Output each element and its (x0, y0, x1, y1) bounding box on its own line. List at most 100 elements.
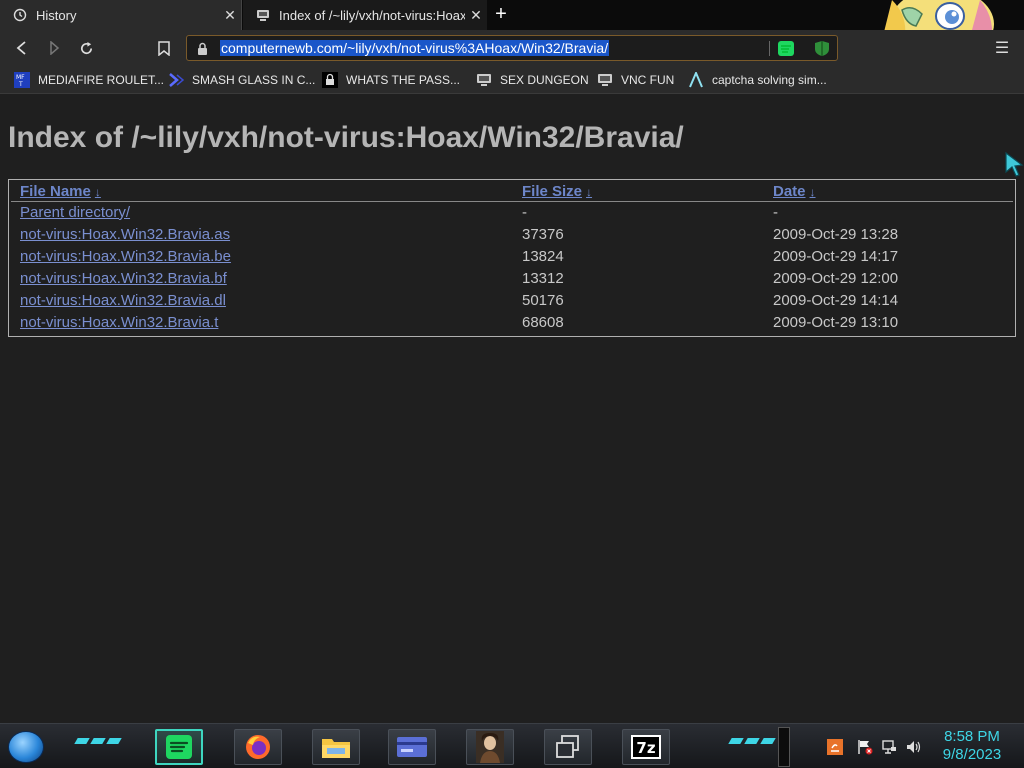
bookmark-vnc-fun[interactable]: VNC FUN (597, 70, 674, 90)
server-icon (255, 7, 271, 23)
forward-button[interactable] (43, 37, 65, 59)
lock-icon (198, 42, 207, 55)
windows-icon (556, 735, 579, 758)
taskbar-app-windows[interactable] (544, 729, 592, 765)
taskbar-app-spotify[interactable] (155, 729, 203, 765)
bookmark-label: captcha solving sim... (712, 73, 827, 87)
taskbar-app-7zip[interactable]: 7z (622, 729, 670, 765)
file-link[interactable]: not-virus:Hoax.Win32.Bravia.bf (20, 270, 227, 287)
file-size-cell: 13312 (522, 269, 564, 287)
table-row: Parent directory/ - - (11, 201, 1013, 223)
new-tab-button[interactable]: + (490, 4, 512, 26)
spotify-extension-icon[interactable] (778, 41, 794, 56)
close-tab-button[interactable]: ✕ (465, 7, 487, 24)
sort-link[interactable]: File Size (522, 183, 582, 200)
menu-button[interactable]: ☰ (992, 38, 1012, 58)
taskbar: 7z 8:58 PM 9/8/2023 (0, 723, 1024, 768)
column-header-date[interactable]: Date ↓ (764, 182, 1013, 202)
bookmark-button[interactable] (153, 37, 175, 59)
bookmarks-bar: MF T MEDIAFIRE ROULET... SMASH GLASS IN C… (0, 66, 1024, 94)
tab-history[interactable]: History ✕ (0, 0, 242, 30)
svg-text:MF: MF (16, 74, 25, 81)
table-row: not-virus:Hoax.Win32.Bravia.be 13824 200… (11, 245, 1013, 267)
back-arrow-icon (16, 41, 26, 55)
taskbar-decoration (728, 738, 776, 748)
history-icon (12, 7, 28, 23)
bookmark-whats-the-pass[interactable]: WHATS THE PASS... (322, 70, 460, 90)
sort-arrow-icon[interactable]: ↓ (586, 185, 592, 199)
spotify-icon (166, 735, 192, 759)
volume-icon[interactable] (904, 738, 922, 756)
parent-directory-link[interactable]: Parent directory/ (20, 204, 130, 221)
file-size-cell: 50176 (522, 291, 564, 309)
start-button[interactable] (8, 731, 44, 763)
table-row: not-virus:Hoax.Win32.Bravia.as 37376 200… (11, 223, 1013, 245)
shield-extension-icon[interactable] (814, 40, 830, 57)
file-size-cell: 68608 (522, 313, 564, 331)
bookmark-label: VNC FUN (621, 73, 675, 87)
file-link[interactable]: not-virus:Hoax.Win32.Bravia.as (20, 226, 230, 243)
tab-strip: History ✕ Index of /~lily/vxh/not-virus:… (0, 0, 1024, 60)
reload-icon (80, 41, 92, 54)
close-tab-button[interactable]: ✕ (219, 7, 241, 24)
bookmark-sex-dungeon[interactable]: SEX DUNGEON (476, 70, 589, 90)
taskbar-app-file-explorer[interactable] (312, 729, 360, 765)
bookmark-label: WHATS THE PASS... (346, 73, 461, 87)
sort-arrow-icon[interactable]: ↓ (810, 185, 816, 199)
card-icon (397, 737, 427, 757)
clock-time: 8:58 PM (944, 728, 1000, 745)
page-content: Index of /~lily/vxh/not-virus:Hoax/Win32… (0, 95, 1024, 723)
taskbar-app-card[interactable] (388, 729, 436, 765)
file-name-cell: not-virus:Hoax.Win32.Bravia.as (11, 223, 513, 245)
bookmark-captcha[interactable]: captcha solving sim... (688, 70, 827, 90)
portrait-icon (476, 731, 504, 763)
file-date-cell: 2009-Oct-29 13:10 (773, 313, 899, 331)
file-link[interactable]: not-virus:Hoax.Win32.Bravia.be (20, 248, 231, 265)
file-listing: File Name ↓ File Size ↓ Date ↓ Parent direc… (8, 179, 1016, 337)
file-size-cell: 13824 (522, 247, 564, 265)
flag-icon[interactable] (856, 738, 874, 756)
system-clock[interactable]: 8:58 PM 9/8/2023 (930, 728, 1014, 764)
address-bar[interactable]: computernewb.com/~lily/vxh/not-virus%3AH… (186, 35, 838, 61)
column-header-file-size[interactable]: File Size ↓ (513, 182, 764, 202)
table-header-row: File Name ↓ File Size ↓ Date ↓ (11, 182, 1013, 202)
file-link[interactable]: not-virus:Hoax.Win32.Bravia.t (20, 314, 218, 331)
file-size-cell: - (522, 203, 527, 221)
sort-link[interactable]: File Name (20, 183, 91, 200)
reload-button[interactable] (75, 37, 97, 59)
taskbar-app-firefox[interactable] (234, 729, 282, 765)
file-name-cell: Parent directory/ (11, 201, 513, 223)
taskbar-app-portrait[interactable] (466, 729, 514, 765)
url-divider (769, 41, 770, 56)
smash-glass-icon (168, 72, 184, 88)
forward-arrow-icon (50, 41, 60, 55)
back-button[interactable] (11, 37, 33, 59)
bookmark-mediafire[interactable]: MF T MEDIAFIRE ROULET... (14, 70, 164, 90)
table-row: not-virus:Hoax.Win32.Bravia.t 68608 2009… (11, 311, 1013, 333)
file-name-cell: not-virus:Hoax.Win32.Bravia.bf (11, 267, 513, 289)
taskbar-decoration (74, 738, 122, 748)
sort-arrow-icon[interactable]: ↓ (95, 185, 101, 199)
bookmark-smash-glass[interactable]: SMASH GLASS IN C... (168, 70, 315, 90)
show-desktop-button[interactable] (778, 727, 790, 767)
url-text[interactable]: computernewb.com/~lily/vxh/not-virus%3AH… (220, 40, 610, 56)
7zip-icon: 7z (631, 735, 661, 759)
table-row: not-virus:Hoax.Win32.Bravia.dl 50176 200… (11, 289, 1013, 311)
file-size-cell: 37376 (522, 225, 564, 243)
arrow-logo-icon (688, 72, 704, 88)
file-name-cell: not-virus:Hoax.Win32.Bravia.t (11, 311, 513, 333)
table-row: not-virus:Hoax.Win32.Bravia.bf 13312 200… (11, 267, 1013, 289)
sort-link[interactable]: Date (773, 183, 806, 200)
network-icon[interactable] (880, 738, 898, 756)
java-icon[interactable] (826, 738, 844, 756)
column-header-file-name[interactable]: File Name ↓ (11, 182, 513, 202)
file-link[interactable]: not-virus:Hoax.Win32.Bravia.dl (20, 292, 226, 309)
file-date-cell: 2009-Oct-29 12:00 (773, 269, 899, 287)
tab-index-of[interactable]: Index of /~lily/vxh/not-virus:Hoax/ ✕ (243, 0, 487, 30)
tab-title: History (36, 7, 77, 23)
file-table: File Name ↓ File Size ↓ Date ↓ Parent direc… (11, 182, 1013, 333)
file-date-cell: 2009-Oct-29 14:17 (773, 247, 899, 265)
bookmark-label: SMASH GLASS IN C... (192, 73, 316, 87)
mouse-cursor-icon (1005, 151, 1024, 177)
file-date-cell: 2009-Oct-29 13:28 (773, 225, 899, 243)
